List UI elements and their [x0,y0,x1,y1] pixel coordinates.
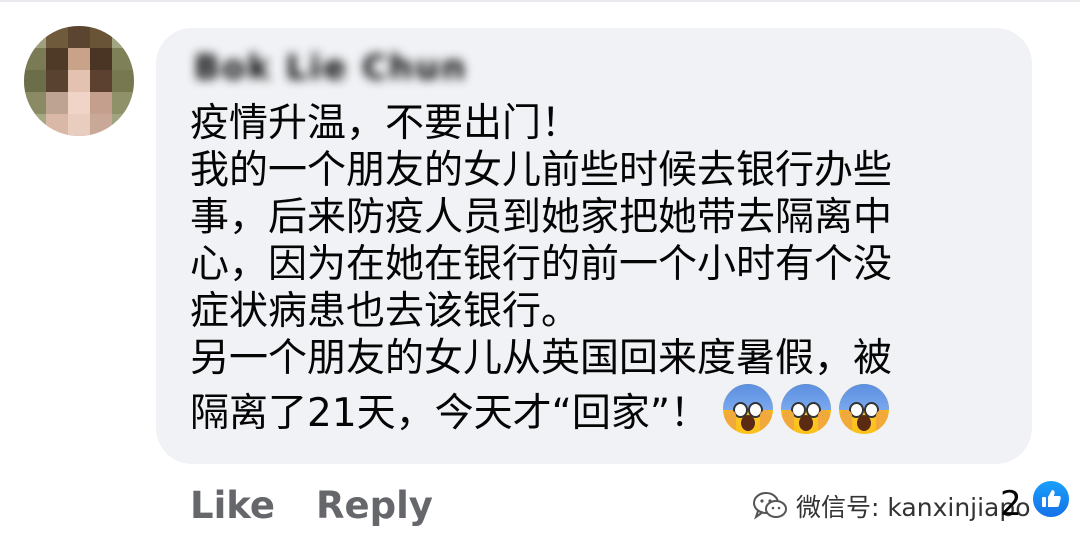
top-divider [0,0,1080,2]
like-reaction-badge[interactable] [1030,478,1072,520]
avatar[interactable] [24,26,134,136]
comment-text: 疫情升温，不要出门！ 我的一个朋友的女儿前些时候去银行办些 事，后来防疫人员到她… [190,100,1010,445]
comment-line-last: 隔离了21天，今天才“回家”！ [190,382,1010,445]
comment-bubble: Bok Lie Chun 疫情升温，不要出门！ 我的一个朋友的女儿前些时候去银行… [156,28,1032,464]
like-thumb-icon [1042,490,1061,507]
watermark-text: 微信号: kanxinjiapo [796,493,1031,522]
author-name[interactable]: Bok Lie Chun [194,48,468,88]
wechat-watermark: 微信号: kanxinjiapo [752,488,1031,524]
comment-line-last-text: 隔离了21天，今天才“回家”！ [190,391,710,436]
like-button[interactable]: Like [190,484,275,527]
comment-line: 疫情升温，不要出门！ [190,101,581,146]
wechat-icon [753,492,787,520]
screaming-face-emoji-icon [839,382,890,434]
comment-line: 心，因为在她在银行的前一个小时有个没 [190,242,893,287]
reaction-count[interactable]: 2 [1000,484,1022,524]
comment-line: 另一个朋友的女儿从英国回来度暑假，被 [190,336,893,381]
emoji-group [723,382,897,445]
comment-line: 我的一个朋友的女儿前些时候去银行办些 [190,148,893,193]
screaming-face-emoji-icon [781,382,832,434]
comment-line: 事，后来防疫人员到她家把她带去隔离中 [190,195,893,240]
reply-button[interactable]: Reply [316,484,433,527]
screaming-face-emoji-icon [723,382,774,434]
comment-line: 症状病患也去该银行。 [190,289,581,334]
facebook-comment-screenshot: Bok Lie Chun 疫情升温，不要出门！ 我的一个朋友的女儿前些时候去银行… [0,0,1080,540]
